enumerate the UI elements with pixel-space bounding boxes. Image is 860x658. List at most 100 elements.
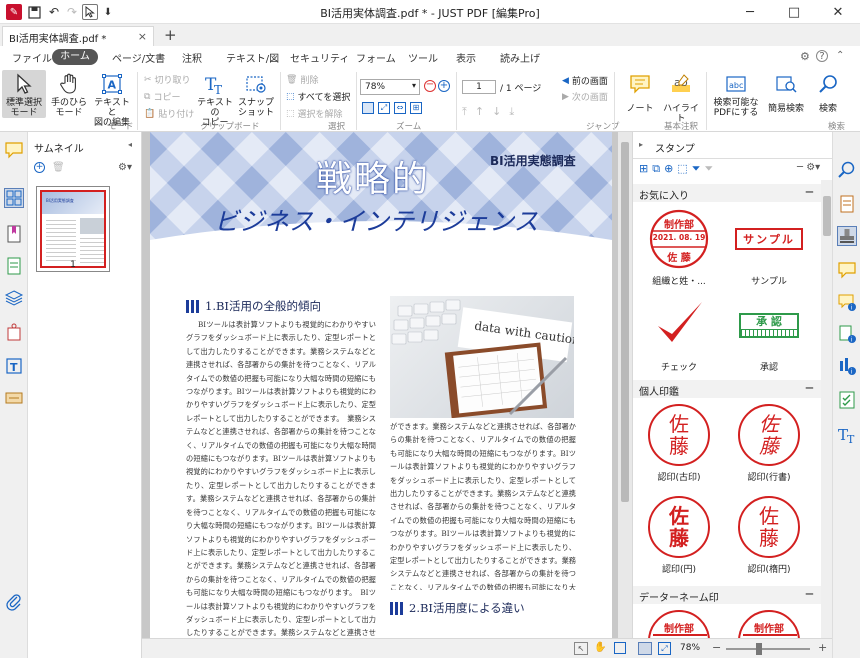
highlight-button[interactable]: ab ハイライト — [660, 72, 702, 124]
text-size-icon[interactable]: TT — [837, 424, 857, 446]
stamp-org-name[interactable]: 制作部 2021. 08. 19 佐 藤 組織と姓・... — [639, 208, 719, 287]
search-button[interactable]: 検索 — [810, 72, 846, 114]
fit-visible-icon[interactable]: ⇔ — [394, 102, 406, 114]
new-stamp-icon[interactable]: ⊞ — [639, 162, 652, 175]
copy-button[interactable]: ⧉ コピー — [144, 90, 180, 104]
page-number-input[interactable]: 1 — [462, 80, 496, 94]
page-nav-arrows[interactable]: ⤒↑↓⤓ — [462, 105, 522, 119]
add-page-icon[interactable]: + — [34, 162, 45, 173]
delete-button[interactable]: 🗑 削除 — [286, 73, 318, 87]
help-icon[interactable]: ? — [816, 50, 828, 62]
stamp-options-icon[interactable]: ─ ⚙▾ — [797, 162, 820, 173]
menu-read-aloud[interactable]: 読み上げ — [500, 50, 540, 65]
paste-button[interactable]: 📋 貼り付け — [144, 107, 194, 121]
simple-search-button[interactable]: 簡易検索 — [764, 72, 808, 114]
comment-icon[interactable] — [837, 260, 857, 280]
right-search-icon[interactable] — [837, 160, 857, 180]
status-zoom-in-icon[interactable]: + — [818, 641, 827, 654]
menu-home[interactable]: ホーム — [52, 49, 98, 65]
fit-width-icon[interactable]: ⤢ — [378, 102, 390, 114]
form-fields-icon[interactable] — [4, 388, 24, 408]
stamp-import-icon[interactable]: ⬚ — [677, 162, 691, 175]
snapshot-button[interactable]: スナップ ショット — [236, 72, 276, 118]
collapse-ribbon-icon[interactable]: ⌃ — [836, 50, 844, 61]
layers-icon[interactable] — [4, 288, 24, 308]
collapse-section-icon[interactable]: ─ — [806, 185, 813, 199]
document-tab[interactable]: BI活用実体調査.pdf * × — [2, 26, 154, 46]
standard-select-mode-button[interactable]: 標準選択 モード — [2, 70, 46, 118]
stamp-sample[interactable]: サンプル サンプル — [729, 208, 809, 287]
status-select-icon[interactable]: ↖ — [574, 642, 588, 655]
section-favorites[interactable]: お気に入り ─ — [633, 184, 821, 202]
menu-page-document[interactable]: ページ/文書 — [112, 50, 165, 65]
next-page-icon[interactable]: ↓ — [492, 105, 509, 118]
menu-view[interactable]: 表示 — [456, 50, 476, 65]
menu-tools[interactable]: ツール — [408, 50, 438, 65]
zoom-in-icon[interactable]: + — [438, 80, 450, 92]
zoom-out-icon[interactable]: − — [424, 80, 436, 92]
cut-button[interactable]: ✂ 切り取り — [144, 73, 191, 87]
actual-size-icon[interactable]: ⊞ — [410, 102, 422, 114]
stamp-kichi[interactable]: 佐藤 認印(古印) — [639, 404, 719, 483]
stamp-approve[interactable]: 承 認 承認 — [729, 294, 809, 373]
thumbnail-options-icon[interactable]: ⚙▾ — [118, 162, 132, 173]
tab-close-icon[interactable]: × — [138, 30, 147, 43]
zoom-select[interactable]: 78% ▾ — [360, 79, 420, 95]
status-fit-icon[interactable] — [614, 642, 626, 654]
bookmark-icon[interactable] — [4, 224, 24, 244]
zoom-slider[interactable] — [726, 648, 810, 650]
prev-view-button[interactable]: ◀ 前の画面 — [562, 74, 608, 88]
chart-info-icon[interactable]: i — [837, 356, 857, 376]
section-personal[interactable]: 個人印鑑 ─ — [633, 380, 821, 398]
fit-page-icon[interactable] — [362, 102, 374, 114]
collapse-panel-icon[interactable]: ◂ — [128, 140, 132, 149]
checklist-icon[interactable] — [837, 390, 857, 410]
menu-form[interactable]: フォーム — [356, 50, 396, 65]
hand-mode-button[interactable]: 手のひら モード — [48, 72, 90, 118]
new-tab-button[interactable]: + — [164, 26, 177, 44]
menu-text-figure[interactable]: テキスト/図 — [226, 50, 279, 65]
minimize-button[interactable]: ─ — [728, 0, 772, 24]
scrollbar-thumb[interactable] — [621, 142, 629, 502]
annotation-list-icon[interactable] — [4, 140, 24, 160]
panel-expand-icon[interactable]: ▸ — [639, 140, 643, 149]
stamp-gyo[interactable]: 佐藤 認印(行書) — [729, 404, 809, 483]
duplicate-stamp-icon[interactable]: ⧉ — [652, 162, 664, 175]
zoom-slider-handle[interactable] — [756, 643, 762, 655]
last-page-icon[interactable]: ⤓ — [509, 105, 522, 118]
add-stamp-icon[interactable]: ⊕ — [664, 162, 677, 175]
stamp-kaku[interactable]: 佐藤 認印(楕円) — [729, 496, 809, 575]
stamp-tool-icon[interactable] — [837, 226, 857, 246]
document-properties-icon[interactable] — [837, 194, 857, 214]
attachments-tag-icon[interactable] — [4, 322, 24, 342]
filter-icon[interactable]: ⏷ — [692, 162, 705, 175]
menu-annotation[interactable]: 注釈 — [182, 50, 202, 65]
delete-page-icon[interactable]: 🗑 — [52, 162, 65, 173]
filter-clear-icon[interactable]: ⏷ — [705, 162, 718, 175]
stamp-check[interactable]: チェック — [639, 294, 719, 373]
select-all-button[interactable]: ⬚ すべてを選択 — [286, 90, 350, 104]
collapse-section-icon[interactable]: ─ — [806, 381, 813, 395]
maximize-button[interactable]: □ — [772, 0, 816, 24]
prev-page-icon[interactable]: ↑ — [475, 105, 492, 118]
status-fit-width-icon[interactable]: ⤢ — [658, 642, 671, 655]
thumbnail-panel-icon[interactable] — [4, 188, 24, 208]
next-view-button[interactable]: ▶ 次の画面 — [562, 90, 608, 104]
deselect-button[interactable]: ⬚ 選択を解除 — [286, 107, 343, 121]
document-view[interactable]: BI活用実態調査 戦略的 ビジネス・インテリジェンス 1.BI活用の全般的傾向 … — [142, 132, 632, 638]
annotation-info-icon[interactable]: i — [837, 292, 857, 312]
settings-icon[interactable]: ⚙ — [800, 50, 810, 63]
menu-security[interactable]: セキュリティ — [290, 50, 349, 65]
close-button[interactable]: ✕ — [816, 0, 860, 24]
pdf-page[interactable]: BI活用実態調査 戦略的 ビジネス・インテリジェンス 1.BI活用の全般的傾向 … — [150, 132, 612, 638]
stamp-dataname-1[interactable]: 制作部 — [639, 610, 719, 638]
stamp-dataname-2[interactable]: 制作部 — [729, 610, 809, 638]
first-page-icon[interactable]: ⤒ — [462, 105, 475, 118]
page-labels-icon[interactable] — [4, 256, 24, 276]
attachment-clip-icon[interactable] — [4, 592, 24, 612]
make-searchable-pdf-button[interactable]: abc 検索可能な PDFにする — [710, 72, 762, 118]
menu-file[interactable]: ファイル — [12, 50, 52, 65]
stamp-en[interactable]: 佐藤 認印(円) — [639, 496, 719, 575]
section-dataname[interactable]: データーネーム印 ─ — [633, 586, 821, 604]
text-frame-icon[interactable]: T — [4, 356, 24, 376]
